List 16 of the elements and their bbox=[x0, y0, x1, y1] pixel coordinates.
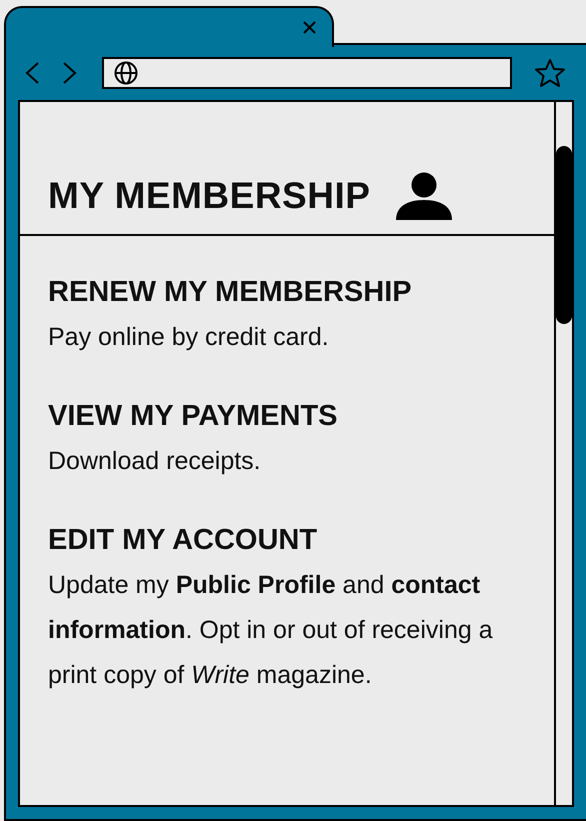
forward-button[interactable] bbox=[62, 60, 78, 84]
address-field[interactable] bbox=[102, 56, 512, 88]
section-link[interactable]: EDIT MY ACCOUNT bbox=[48, 524, 554, 557]
section-link[interactable]: RENEW MY MEMBERSHIP bbox=[48, 276, 554, 309]
browser-tab[interactable] bbox=[4, 6, 334, 47]
section-description: Update my Public Profile and contact information. Opt in or out of receiving a print copy of Write magazine. bbox=[48, 570, 494, 691]
bookmark-star-button[interactable] bbox=[534, 58, 566, 88]
back-button[interactable] bbox=[24, 60, 40, 84]
section-link[interactable]: VIEW MY PAYMENTS bbox=[48, 400, 554, 433]
globe-icon bbox=[114, 60, 138, 84]
person-icon bbox=[394, 172, 454, 220]
page-title: MY MEMBERSHIP bbox=[48, 175, 370, 217]
close-icon[interactable] bbox=[303, 21, 316, 34]
scrollbar-thumb[interactable] bbox=[556, 146, 572, 324]
section-description: Pay online by credit card. bbox=[48, 322, 330, 353]
section-description: Download receipts. bbox=[48, 446, 262, 477]
